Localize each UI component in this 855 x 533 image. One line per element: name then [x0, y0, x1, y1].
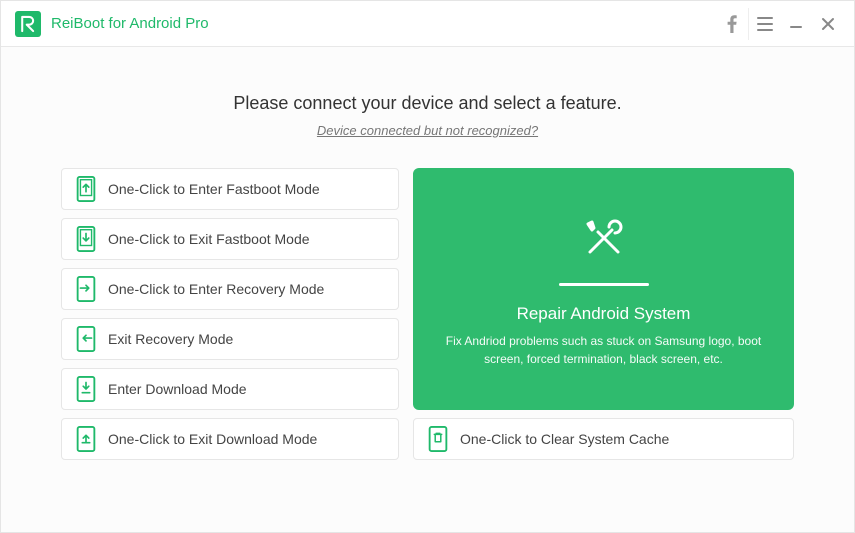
titlebar: ReiBoot for Android Pro: [1, 1, 854, 47]
feature-grid: One-Click to Enter Fastboot Mode One-Cli…: [61, 168, 794, 460]
repair-desc: Fix Andriod problems such as stuck on Sa…: [443, 332, 764, 368]
facebook-icon[interactable]: [716, 8, 748, 40]
phone-enter-icon: [76, 276, 96, 302]
enter-recovery-button[interactable]: One-Click to Enter Recovery Mode: [61, 268, 399, 310]
app-logo: [15, 11, 41, 37]
feature-label: Exit Recovery Mode: [108, 331, 233, 347]
phone-exit-icon: [76, 326, 96, 352]
help-link[interactable]: Device connected but not recognized?: [317, 123, 538, 138]
exit-recovery-button[interactable]: Exit Recovery Mode: [61, 318, 399, 360]
exit-fastboot-button[interactable]: One-Click to Exit Fastboot Mode: [61, 218, 399, 260]
feature-label: Enter Download Mode: [108, 381, 247, 397]
phone-down-icon: [76, 226, 96, 252]
phone-up-icon: [76, 176, 96, 202]
phone-trash-icon: [428, 426, 448, 452]
feature-label: One-Click to Clear System Cache: [460, 431, 669, 447]
clear-cache-button[interactable]: One-Click to Clear System Cache: [413, 418, 794, 460]
enter-download-button[interactable]: Enter Download Mode: [61, 368, 399, 410]
minimize-button[interactable]: [780, 8, 812, 40]
app-title: ReiBoot for Android Pro: [51, 15, 209, 32]
enter-fastboot-button[interactable]: One-Click to Enter Fastboot Mode: [61, 168, 399, 210]
repair-title: Repair Android System: [517, 304, 691, 324]
repair-system-card[interactable]: Repair Android System Fix Andriod proble…: [413, 168, 794, 410]
exit-download-button[interactable]: One-Click to Exit Download Mode: [61, 418, 399, 460]
close-button[interactable]: [812, 8, 844, 40]
right-column: Repair Android System Fix Andriod proble…: [413, 168, 794, 460]
left-column: One-Click to Enter Fastboot Mode One-Cli…: [61, 168, 399, 460]
tools-icon: [576, 210, 632, 271]
menu-button[interactable]: [748, 8, 780, 40]
feature-label: One-Click to Exit Fastboot Mode: [108, 231, 310, 247]
phone-download-icon: [76, 376, 96, 402]
logo-icon: [20, 15, 36, 33]
divider: [559, 283, 649, 286]
feature-label: One-Click to Enter Fastboot Mode: [108, 181, 320, 197]
main-content: Please connect your device and select a …: [1, 47, 854, 532]
phone-upload-icon: [76, 426, 96, 452]
feature-label: One-Click to Exit Download Mode: [108, 431, 317, 447]
prompt-text: Please connect your device and select a …: [61, 93, 794, 114]
feature-label: One-Click to Enter Recovery Mode: [108, 281, 324, 297]
